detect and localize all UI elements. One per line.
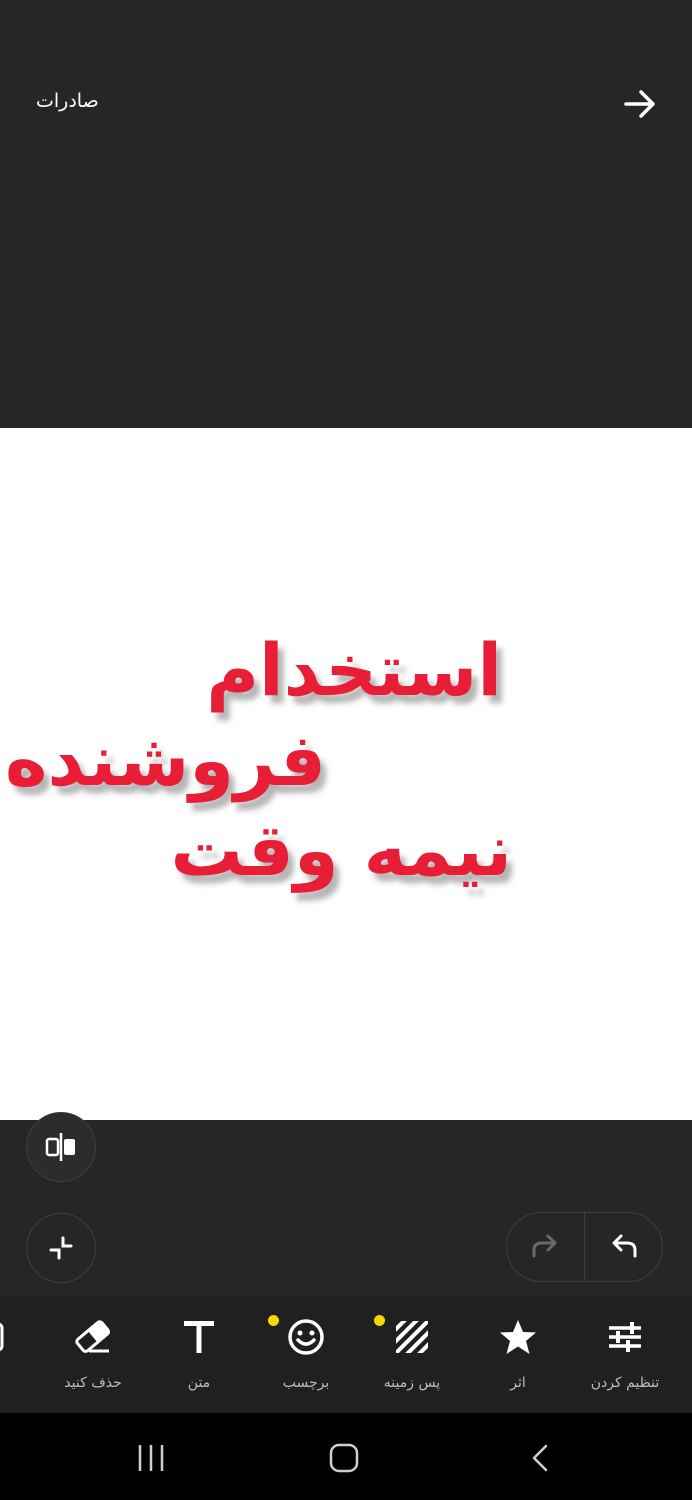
recent-apps-icon[interactable] bbox=[134, 1443, 168, 1473]
canvas-text-line: استخدام bbox=[206, 628, 502, 712]
tool-effect[interactable]: اثر bbox=[468, 1295, 568, 1413]
undo-redo-group bbox=[506, 1212, 663, 1282]
canvas-text-line: نیمه وقت bbox=[170, 808, 512, 892]
compare-button[interactable] bbox=[26, 1112, 96, 1182]
image-canvas[interactable]: استخدام فروشنده نیمه وقت bbox=[0, 428, 692, 1120]
undo-icon bbox=[612, 1234, 637, 1258]
back-arrow-icon[interactable] bbox=[620, 84, 660, 124]
tool-text[interactable]: متن bbox=[149, 1295, 249, 1413]
tool-label: برچسب bbox=[282, 1375, 330, 1391]
tool-adjust[interactable]: تنظیم کردن bbox=[575, 1295, 675, 1413]
editor-controls bbox=[0, 1112, 692, 1295]
text-t-icon bbox=[184, 1321, 214, 1353]
home-icon[interactable] bbox=[328, 1442, 360, 1474]
collapse-button[interactable] bbox=[26, 1213, 96, 1283]
tools-bar: تنظیم کردن اثر پس زمینه برچسب متن حذف کن… bbox=[0, 1295, 692, 1413]
tool-label: اثر bbox=[510, 1375, 526, 1391]
canvas-text-line: فروشنده bbox=[5, 718, 326, 802]
system-back-icon[interactable] bbox=[526, 1443, 554, 1473]
system-nav-bar bbox=[0, 1413, 692, 1500]
smiley-sticker-icon bbox=[288, 1319, 324, 1355]
sliders-icon bbox=[609, 1322, 641, 1352]
tool-icon bbox=[0, 1322, 4, 1352]
undo-button[interactable] bbox=[585, 1213, 662, 1281]
tool-label: متن bbox=[187, 1375, 211, 1391]
new-dot bbox=[268, 1315, 279, 1326]
tool-sticker[interactable]: برچسب bbox=[256, 1295, 356, 1413]
tool-label: تنظیم کردن bbox=[590, 1375, 660, 1391]
eraser-icon bbox=[75, 1320, 111, 1353]
tool-background[interactable]: پس زمینه bbox=[362, 1295, 462, 1413]
compare-icon bbox=[45, 1133, 75, 1161]
tool-partial[interactable] bbox=[0, 1321, 6, 1353]
top-bar: صادرات bbox=[0, 0, 692, 428]
new-dot bbox=[374, 1315, 385, 1326]
background-pattern-icon bbox=[396, 1321, 428, 1353]
redo-icon bbox=[532, 1234, 557, 1258]
star-icon bbox=[500, 1320, 536, 1354]
tool-label: پس زمینه bbox=[383, 1375, 441, 1391]
tool-eraser[interactable]: حذف کنید bbox=[43, 1295, 143, 1413]
collapse-icon bbox=[49, 1236, 73, 1260]
redo-button[interactable] bbox=[507, 1213, 584, 1281]
tool-label: حذف کنید bbox=[64, 1375, 122, 1391]
export-button[interactable]: صادرات bbox=[36, 90, 99, 112]
